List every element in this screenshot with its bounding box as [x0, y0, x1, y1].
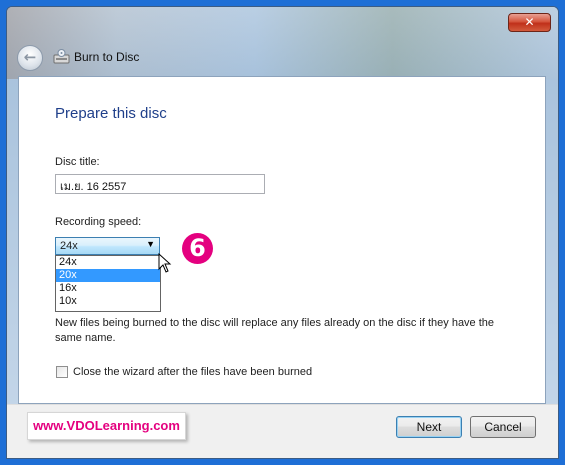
recording-speed-dropdown: 24x 20x 16x 10x: [55, 255, 161, 312]
watermark-label: www.VDOLearning.com: [27, 412, 186, 440]
speed-option[interactable]: 20x: [56, 269, 160, 282]
wizard-content: Prepare this disc Disc title: เม.ย. 16 2…: [18, 76, 546, 404]
recording-speed-label: Recording speed:: [55, 216, 142, 228]
recording-speed-select[interactable]: 24x ▼: [55, 237, 160, 255]
next-button[interactable]: Next: [396, 416, 462, 438]
mouse-cursor-icon: [158, 253, 172, 273]
burn-to-disc-window: ✕ ← Burn to Disc Prepare this disc Disc …: [6, 6, 559, 459]
info-text: New files being burned to the disc will …: [55, 317, 495, 344]
close-button[interactable]: ✕: [508, 13, 551, 32]
disc-title-input[interactable]: เม.ย. 16 2557: [55, 174, 265, 194]
page-heading: Prepare this disc: [55, 105, 167, 122]
window-title: Burn to Disc: [74, 50, 140, 64]
cancel-button[interactable]: Cancel: [470, 416, 536, 438]
close-wizard-label[interactable]: Close the wizard after the files have be…: [73, 366, 312, 378]
speed-option[interactable]: 24x: [56, 256, 160, 269]
wizard-footer: www.VDOLearning.com Next Cancel: [7, 404, 558, 458]
disc-title-label: Disc title:: [55, 156, 100, 168]
speed-option[interactable]: 16x: [56, 282, 160, 295]
step-number-badge: 6: [182, 233, 213, 264]
recording-speed-value: 24x: [60, 240, 78, 252]
window-title-bar: [7, 7, 558, 79]
back-arrow-icon[interactable]: ←: [17, 45, 43, 71]
chevron-down-icon: ▼: [146, 239, 155, 249]
speed-option[interactable]: 10x: [56, 295, 160, 308]
close-wizard-checkbox[interactable]: [56, 366, 68, 378]
burn-disc-icon: [53, 49, 70, 64]
screenshot-frame: ✕ ← Burn to Disc Prepare this disc Disc …: [0, 0, 565, 465]
